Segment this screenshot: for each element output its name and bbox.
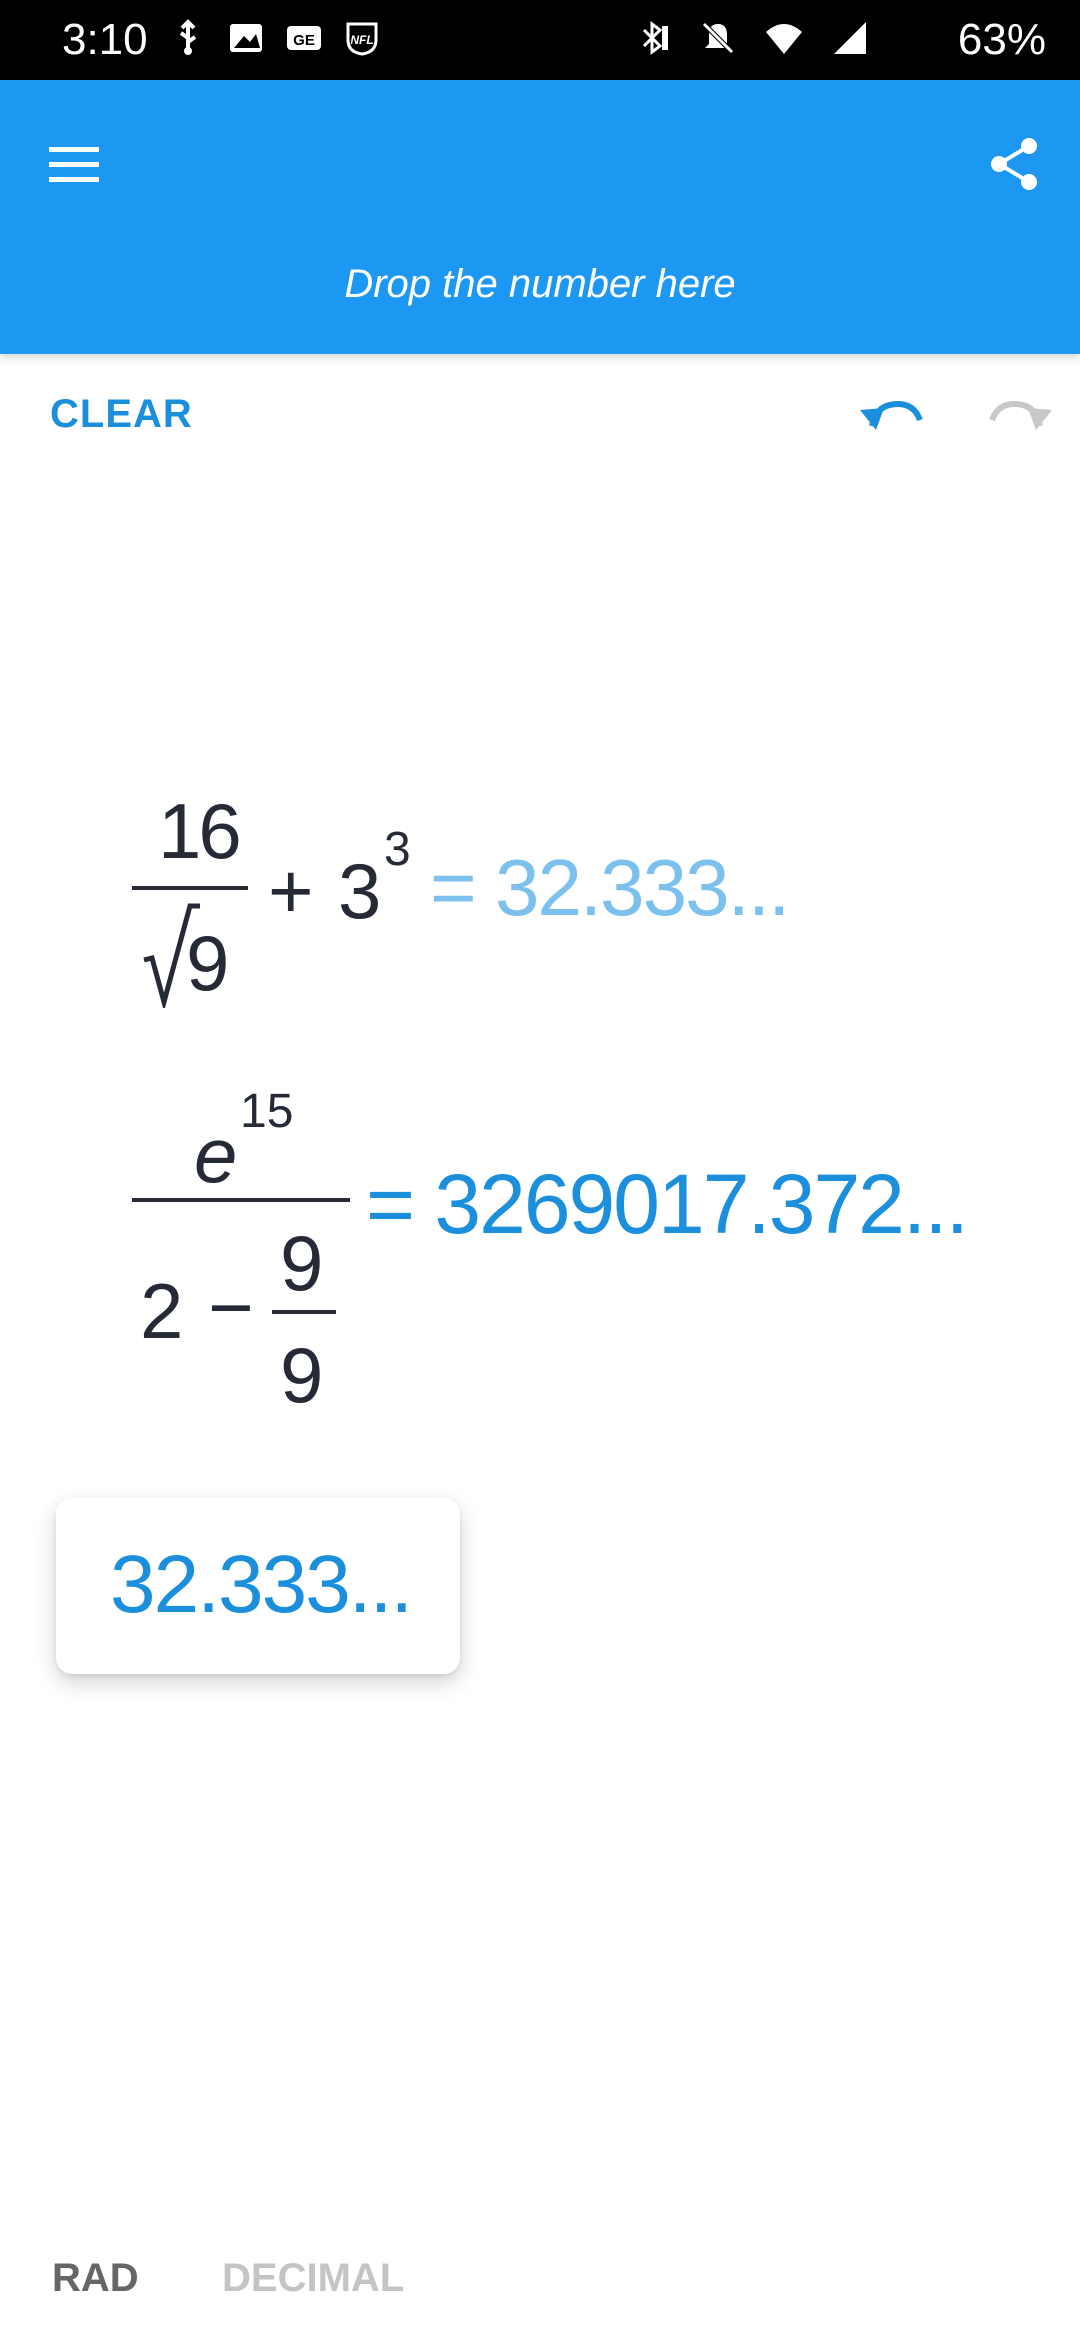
clear-button[interactable]: CLEAR	[50, 392, 193, 437]
e-constant: e	[194, 1111, 237, 1199]
usb-icon	[179, 19, 197, 55]
app-bar: Drop the number here	[0, 80, 1080, 354]
status-bar: 3:10 GE NFL 63%	[0, 0, 1080, 80]
system-icons	[632, 18, 870, 58]
notification-icons: GE NFL	[168, 18, 382, 58]
redo-icon[interactable]	[984, 386, 1054, 442]
expression-2-result[interactable]: = 3269017.372...	[366, 1162, 969, 1246]
e-exponent: 15	[240, 1085, 294, 1138]
expression-1-result[interactable]: = 32.333...	[430, 848, 790, 928]
power-exponent: 3	[384, 823, 411, 876]
plus-operator: +	[268, 847, 314, 935]
svg-text:GE: GE	[293, 32, 315, 49]
number-mode-toggle[interactable]: DECIMAL	[222, 2256, 404, 2301]
image-icon	[230, 24, 262, 52]
nfl-icon: NFL	[346, 22, 378, 56]
bluetooth-icon	[642, 21, 668, 55]
drop-target[interactable]: Drop the number here	[0, 262, 1080, 307]
svg-text:NFL: NFL	[350, 33, 373, 47]
battery-level: 63%	[957, 15, 1046, 64]
mute-icon	[702, 22, 734, 54]
fraction-bar	[132, 1198, 350, 1202]
hamburger-icon	[49, 147, 99, 182]
dragged-number-card[interactable]: 32.333...	[56, 1498, 460, 1674]
denominator-two: 2	[140, 1267, 183, 1355]
wifi-icon	[766, 24, 802, 54]
numerator: 16	[158, 787, 242, 875]
power-base: 3	[338, 847, 381, 935]
menu-button[interactable]	[38, 128, 110, 200]
inner-denominator: 9	[280, 1331, 323, 1419]
ge-icon: GE	[287, 26, 321, 50]
undo-icon[interactable]	[858, 386, 928, 442]
sqrt-radicand: 9	[186, 919, 229, 1007]
share-icon	[991, 138, 1037, 190]
share-button[interactable]	[978, 128, 1050, 200]
inner-numerator: 9	[280, 1219, 323, 1307]
minus-operator: −	[208, 1263, 254, 1351]
signal-icon	[834, 22, 866, 54]
angle-mode-toggle[interactable]: RAD	[52, 2256, 139, 2301]
fraction-bar	[132, 886, 248, 890]
inner-fraction-bar	[272, 1310, 336, 1314]
dragged-number-value: 32.333...	[110, 1539, 413, 1630]
status-time: 3:10	[62, 15, 148, 64]
